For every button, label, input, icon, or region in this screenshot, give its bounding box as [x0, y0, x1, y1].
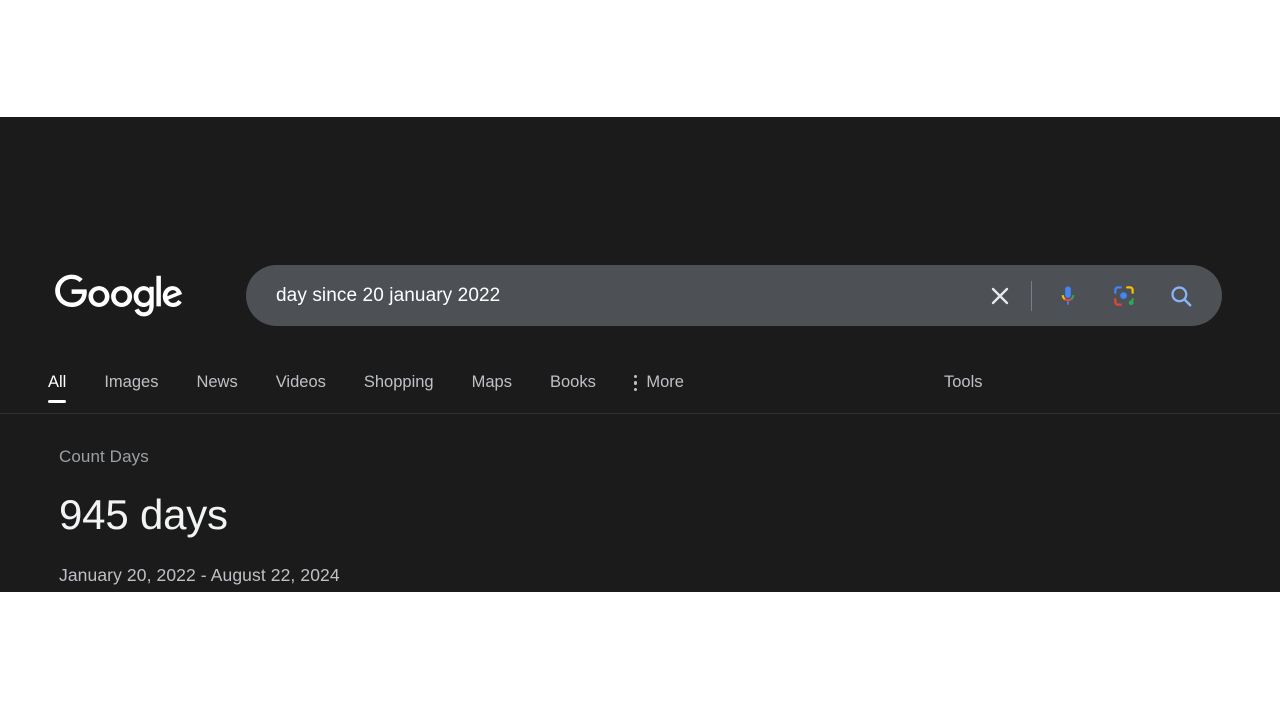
- google-search-results-page: day since 20 january 2022 All Images New…: [0, 117, 1280, 592]
- answer-card-title: Count Days: [59, 447, 149, 466]
- search-box[interactable]: day since 20 january 2022: [246, 265, 1222, 326]
- answer-card-value: 945 days: [59, 491, 228, 538]
- close-icon[interactable]: [979, 275, 1021, 317]
- more-menu-button[interactable]: More: [633, 362, 684, 392]
- tools-button[interactable]: Tools: [944, 373, 983, 392]
- more-menu-label: More: [646, 373, 684, 391]
- tab-maps[interactable]: Maps: [472, 362, 512, 392]
- nav-tabs: All Images News Videos Shopping Maps Boo…: [48, 362, 684, 414]
- tab-images[interactable]: Images: [104, 362, 158, 392]
- tab-videos[interactable]: Videos: [276, 362, 326, 392]
- tab-books[interactable]: Books: [550, 362, 596, 392]
- tab-news[interactable]: News: [196, 362, 237, 392]
- search-divider: [1031, 280, 1032, 311]
- google-logo[interactable]: [55, 274, 183, 320]
- search-icon[interactable]: [1158, 273, 1204, 319]
- count-days-answer-card: Count Days 945 days January 20, 2022 - A…: [59, 447, 959, 586]
- overflow-menu-icon: [633, 374, 638, 392]
- search-header: day since 20 january 2022: [0, 117, 1280, 326]
- search-nav-bar: All Images News Videos Shopping Maps Boo…: [0, 362, 1280, 414]
- tab-shopping[interactable]: Shopping: [364, 362, 434, 392]
- tab-all[interactable]: All: [48, 362, 67, 403]
- search-input[interactable]: day since 20 january 2022: [276, 285, 979, 307]
- screenshot-frame: day since 20 january 2022 All Images New…: [0, 0, 1280, 720]
- answer-card-date-range: January 20, 2022 - August 22, 2024: [59, 565, 340, 586]
- microphone-icon[interactable]: [1046, 274, 1090, 318]
- google-lens-icon[interactable]: [1102, 274, 1146, 318]
